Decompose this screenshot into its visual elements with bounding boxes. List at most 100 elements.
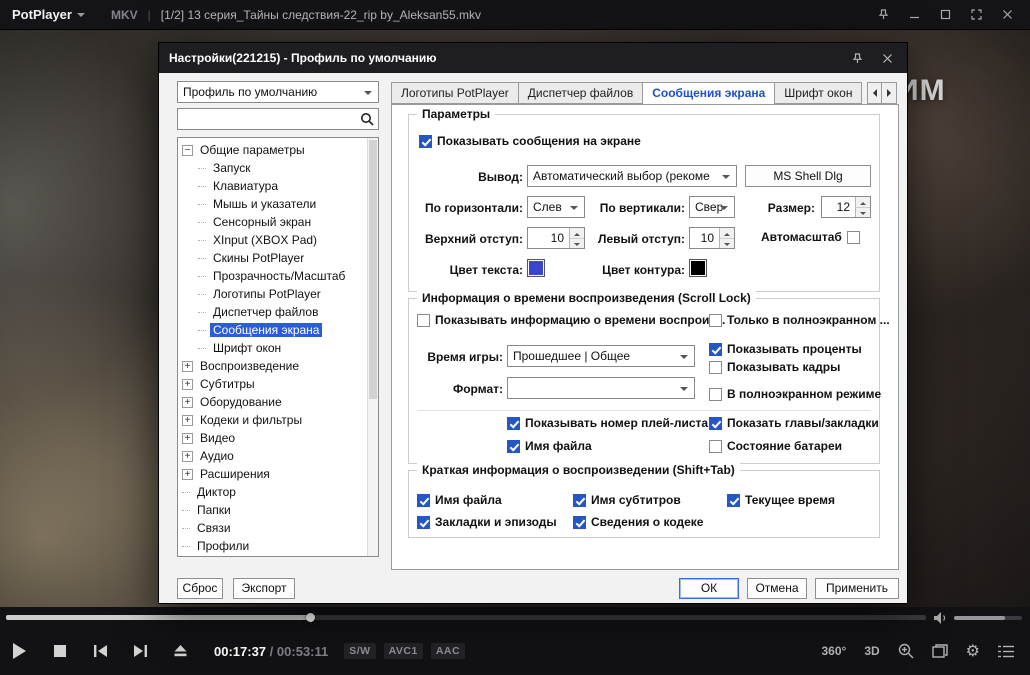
fullscreen-icon[interactable]: [965, 4, 987, 26]
tab-logos[interactable]: Логотипы PotPlayer: [391, 82, 519, 104]
tree-item-file-manager[interactable]: Диспетчер файлов: [178, 303, 378, 321]
format-dropdown[interactable]: [507, 377, 695, 399]
vr-360-icon[interactable]: 360°: [821, 644, 846, 658]
expand-icon[interactable]: +: [182, 414, 193, 426]
tab-file-manager[interactable]: Диспетчер файлов: [518, 82, 644, 104]
play-button[interactable]: [0, 627, 40, 675]
show-percent-checkbox[interactable]: Показывать проценты: [709, 342, 862, 356]
spin-down-icon[interactable]: [856, 207, 870, 217]
tree-item-touch[interactable]: Сенсорный экран: [178, 213, 378, 231]
show-frames-checkbox[interactable]: Показывать кадры: [709, 360, 840, 374]
dialog-close-icon[interactable]: [877, 48, 897, 68]
collapse-icon[interactable]: −: [182, 144, 193, 156]
window-titlebar[interactable]: PotPlayer MKV | [1/2] 13 серия_Тайны сле…: [0, 0, 1030, 30]
maximize-icon[interactable]: [934, 4, 956, 26]
reset-button[interactable]: Сброс: [177, 578, 223, 599]
chapters-checkbox[interactable]: Показать главы/закладки: [709, 416, 879, 430]
cancel-button[interactable]: Отмена: [747, 578, 807, 599]
tree-item-audio[interactable]: + Аудио: [178, 447, 378, 465]
tree-item-keyboard[interactable]: Клавиатура: [178, 177, 378, 195]
tree-item-transparency[interactable]: Прозрачность/Масштаб: [178, 267, 378, 285]
tab-scroll-right-icon[interactable]: [882, 82, 897, 104]
expand-icon[interactable]: +: [182, 468, 193, 480]
profile-dropdown[interactable]: Профиль по умолчанию: [177, 81, 379, 103]
tree-item-narrator[interactable]: Диктор: [178, 483, 378, 501]
show-time-info-checkbox[interactable]: Показывать информацию о времени воспроиз…: [417, 313, 725, 327]
app-menu-button[interactable]: PotPlayer: [12, 7, 85, 22]
tree-item-hardware[interactable]: + Оборудование: [178, 393, 378, 411]
expand-icon[interactable]: +: [182, 378, 193, 390]
tree-item-general[interactable]: − Общие параметры: [178, 141, 378, 159]
tree-item-startup[interactable]: Запуск: [178, 159, 378, 177]
settings-gear-icon[interactable]: ⚙: [966, 643, 980, 659]
outline-color-swatch[interactable]: [689, 259, 707, 277]
fullscreen-only-checkbox[interactable]: Только в полноэкранном ...: [709, 313, 890, 327]
tree-item-mouse[interactable]: Мышь и указатели: [178, 195, 378, 213]
playlist-icon[interactable]: [998, 645, 1014, 658]
export-button[interactable]: Экспорт: [233, 578, 295, 599]
top-margin-spinner[interactable]: 10: [527, 227, 585, 249]
tree-item-osd[interactable]: Сообщения экрана: [178, 321, 378, 339]
ok-button[interactable]: ОК: [679, 578, 739, 599]
spin-up-icon[interactable]: [720, 228, 734, 239]
tree-item-xinput[interactable]: XInput (XBOX Pad): [178, 231, 378, 249]
play-time-dropdown[interactable]: Прошедшее | Общее: [507, 345, 695, 367]
brief-subtitle-checkbox[interactable]: Имя субтитров: [573, 493, 681, 507]
expand-icon[interactable]: +: [182, 396, 193, 408]
tree-item-video[interactable]: + Видео: [178, 429, 378, 447]
horizontal-dropdown[interactable]: Слев: [527, 196, 585, 218]
expand-icon[interactable]: +: [182, 360, 193, 372]
tab-window-font[interactable]: Шрифт окон: [775, 82, 863, 104]
next-button[interactable]: [120, 627, 160, 675]
show-messages-checkbox[interactable]: Показывать сообщения на экране: [419, 134, 641, 148]
playlist-number-checkbox[interactable]: Показывать номер плей-листа: [507, 416, 708, 430]
tree-scrollbar-thumb[interactable]: [369, 140, 377, 400]
brief-filename-checkbox[interactable]: Имя файла: [417, 493, 502, 507]
spin-down-icon[interactable]: [570, 238, 584, 248]
seek-handle[interactable]: [305, 613, 315, 622]
close-icon[interactable]: [996, 4, 1018, 26]
brief-current-time-checkbox[interactable]: Текущее время: [727, 493, 835, 507]
expand-icon[interactable]: +: [182, 432, 193, 444]
tree-item-extensions[interactable]: + Расширения: [178, 465, 378, 483]
tree-item-window-font[interactable]: Шрифт окон: [178, 339, 378, 357]
pin-icon[interactable]: [872, 4, 894, 26]
tree-item-folders[interactable]: Папки: [178, 501, 378, 519]
output-dropdown[interactable]: Автоматический выбор (рекоме: [527, 165, 737, 187]
battery-checkbox[interactable]: Состояние батареи: [709, 439, 842, 453]
brief-codec-checkbox[interactable]: Сведения о кодеке: [573, 515, 703, 529]
spin-up-icon[interactable]: [856, 197, 870, 208]
3d-icon[interactable]: 3D: [864, 644, 879, 658]
spin-up-icon[interactable]: [570, 228, 584, 239]
tree-item-profiles[interactable]: Профили: [178, 537, 378, 555]
tree-scrollbar[interactable]: [367, 138, 378, 556]
stop-button[interactable]: [40, 627, 80, 675]
tab-osd[interactable]: Сообщения экрана: [643, 82, 776, 105]
capture-icon[interactable]: [931, 644, 948, 658]
spin-down-icon[interactable]: [720, 238, 734, 248]
zoom-icon[interactable]: [898, 643, 914, 659]
brief-bookmarks-checkbox[interactable]: Закладки и эпизоды: [417, 515, 557, 529]
tree-item-playback[interactable]: + Воспроизведение: [178, 357, 378, 375]
tree-item-codecs[interactable]: + Кодеки и фильтры: [178, 411, 378, 429]
font-button[interactable]: MS Shell Dlg: [745, 165, 871, 187]
tree-item-associations[interactable]: Связи: [178, 519, 378, 537]
volume-slider[interactable]: [954, 616, 1022, 620]
search-icon[interactable]: [360, 112, 374, 129]
expand-icon[interactable]: +: [182, 450, 193, 462]
autoscale-checkbox[interactable]: Автомасштаб: [761, 230, 860, 244]
previous-button[interactable]: [80, 627, 120, 675]
tree-item-subtitles[interactable]: + Субтитры: [178, 375, 378, 393]
vertical-dropdown[interactable]: Свер: [689, 196, 735, 218]
tab-scroll-left-icon[interactable]: [867, 82, 882, 104]
tree-item-logos[interactable]: Логотипы PotPlayer: [178, 285, 378, 303]
tree-item-skins[interactable]: Скины PotPlayer: [178, 249, 378, 267]
search-input[interactable]: [180, 110, 358, 128]
seek-bar[interactable]: [6, 613, 926, 622]
fullscreen-mode-checkbox[interactable]: В полноэкранном режиме: [709, 387, 881, 401]
dialog-pin-icon[interactable]: [847, 48, 867, 68]
text-color-swatch[interactable]: [527, 259, 545, 277]
size-spinner[interactable]: 12: [821, 196, 871, 218]
apply-button[interactable]: Применить: [815, 578, 899, 599]
left-margin-spinner[interactable]: 10: [689, 227, 735, 249]
